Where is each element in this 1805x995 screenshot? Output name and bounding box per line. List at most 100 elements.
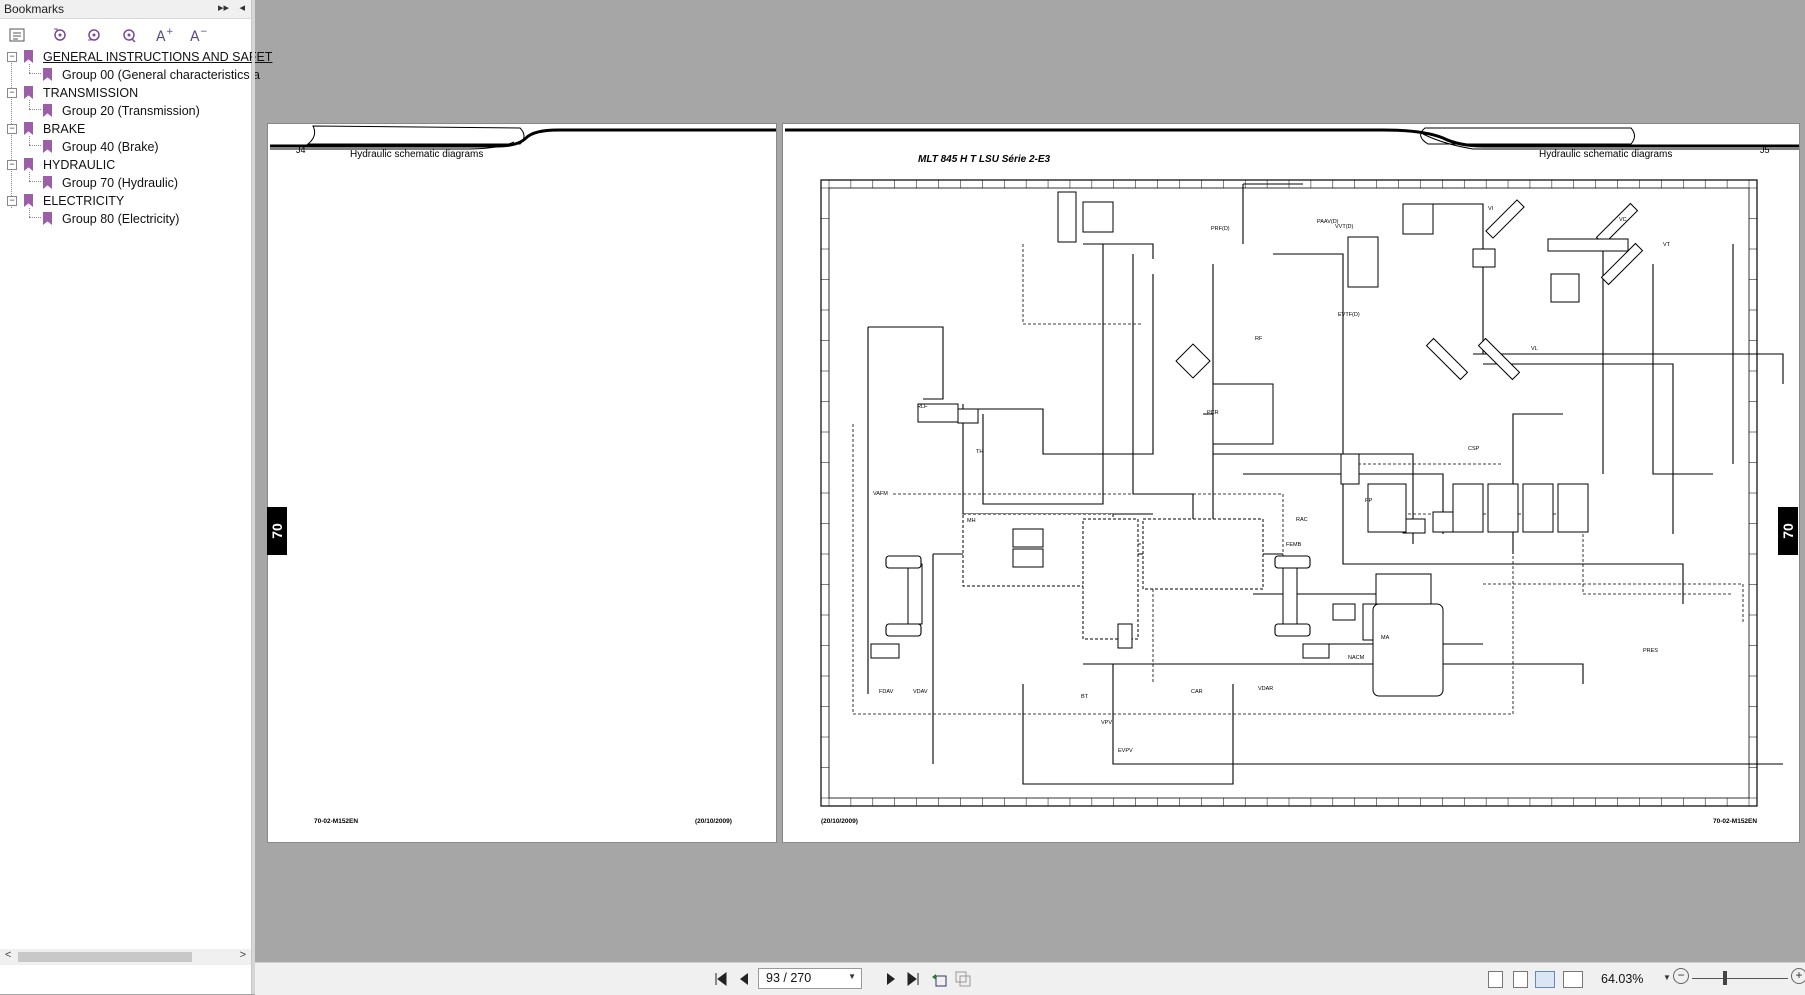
schematic-label: RLF	[917, 404, 928, 410]
bookmark-icon	[43, 140, 52, 153]
collapse-toggle-icon[interactable]: −	[7, 160, 17, 170]
zoom-slider-thumb[interactable]	[1723, 971, 1727, 985]
continuous-facing-view-icon[interactable]	[1563, 971, 1583, 988]
schematic-label: EVTF(D)	[1338, 312, 1360, 318]
continuous-view-icon[interactable]	[1513, 971, 1528, 988]
collapse-toggle-icon[interactable]: −	[7, 88, 17, 98]
increase-font-icon[interactable]: A +	[152, 24, 176, 46]
next-page-icon[interactable]	[885, 972, 897, 986]
page-header-band	[270, 125, 776, 150]
schematic-label: RF	[1255, 336, 1263, 342]
bookmarks-title: Bookmarks	[4, 2, 65, 16]
bookmark-options-icon[interactable]	[5, 24, 29, 46]
section-tab-label: 70	[1779, 523, 1796, 539]
bookmark-brake[interactable]: − BRAKE	[0, 120, 251, 138]
collapse-toggle-icon[interactable]: −	[7, 52, 17, 62]
schematic-label: PRES	[1643, 648, 1658, 654]
schematic-label: CSP	[1468, 446, 1480, 452]
page-id: J4	[296, 145, 306, 155]
bookmark-transmission[interactable]: − TRANSMISSION	[0, 84, 251, 102]
zoom-in-icon[interactable]: +	[1791, 968, 1805, 984]
bookmark-label: Group 40 (Brake)	[62, 140, 159, 154]
schematic-label: CAR	[1191, 689, 1203, 695]
scroll-left-icon[interactable]: <	[5, 949, 11, 961]
panel-splitter[interactable]	[252, 0, 255, 994]
schematic-label: PP	[1365, 498, 1373, 504]
page-header-title: Hydraulic schematic diagrams	[350, 149, 484, 160]
schematic-label: MA	[1381, 635, 1390, 641]
zoom-slider[interactable]	[1692, 978, 1788, 979]
schematic-label: FEMB	[1286, 542, 1302, 548]
page-footer-code: 70-02-M152EN	[1713, 818, 1758, 825]
bookmark-hydraulic[interactable]: − HYDRAULIC	[0, 156, 251, 174]
page-footer-date: (20/10/2009)	[821, 818, 858, 825]
facing-view-icon[interactable]	[1535, 971, 1555, 988]
schematic-label: MH	[967, 518, 976, 524]
decrease-font-icon[interactable]: A −	[186, 24, 210, 46]
schematic-label: RAC	[1296, 517, 1308, 523]
bookmark-label: ELECTRICITY	[43, 194, 125, 208]
bookmark-group-20[interactable]: Group 20 (Transmission)	[0, 102, 251, 120]
schematic-label: VC	[1619, 217, 1627, 223]
zoom-level[interactable]: 64.03%	[1601, 972, 1643, 986]
page-number-field[interactable]: 93 / 270 ▼	[758, 968, 862, 989]
previous-page-icon[interactable]	[738, 972, 750, 986]
next-view-icon[interactable]	[955, 971, 971, 987]
bookmark-label: TRANSMISSION	[43, 86, 139, 100]
bookmark-label: BRAKE	[43, 122, 86, 136]
schematic-label: PRF(D)	[1211, 226, 1230, 232]
bookmark-label: Group 80 (Electricity)	[62, 212, 180, 226]
schematic-label: VAFM	[873, 491, 888, 497]
schematic-label: VDAV	[913, 689, 928, 695]
bookmark-icon	[43, 212, 52, 225]
chevron-down-icon[interactable]: ▼	[848, 972, 856, 981]
schematic-label: TH	[976, 449, 984, 455]
previous-view-icon[interactable]	[931, 971, 947, 987]
bookmark-icon	[43, 176, 52, 189]
section-tab-left: 70	[267, 507, 287, 555]
expand-bookmark-icon[interactable]	[48, 24, 72, 46]
section-tab-right: 70	[1778, 507, 1798, 555]
bookmark-label: Group 00 (General characteristics a	[62, 68, 261, 82]
schematic-label: VL	[1531, 346, 1538, 352]
bookmark-group-70[interactable]: Group 70 (Hydraulic)	[0, 174, 251, 192]
bookmarks-toolbar: A + A −	[0, 22, 251, 48]
scroll-right-icon[interactable]: >	[240, 949, 246, 961]
page-footer-code: 70-02-M152EN	[314, 818, 359, 825]
bookmark-group-00[interactable]: Group 00 (General characteristics a	[0, 66, 260, 84]
bookmark-label: GENERAL INSTRUCTIONS AND SAFET	[43, 50, 273, 64]
bookmark-group-40[interactable]: Group 40 (Brake)	[0, 138, 251, 156]
navigation-bar: 93 / 270 ▼ 64.03% ▼ − +	[255, 962, 1805, 995]
section-tab-label: 70	[268, 523, 285, 539]
schematic-label: PCR	[1207, 410, 1219, 416]
collapse-panel-icon[interactable]: ◂	[239, 1, 245, 14]
bookmark-general-instructions[interactable]: − GENERAL INSTRUCTIONS AND SAFET	[0, 48, 272, 66]
svg-text:A: A	[156, 29, 166, 43]
bookmark-group-80[interactable]: Group 80 (Electricity)	[0, 210, 251, 228]
schematic-label: NACM	[1348, 655, 1365, 661]
bookmark-icon	[43, 68, 52, 81]
last-page-icon[interactable]	[906, 972, 920, 986]
bookmark-icon	[24, 122, 33, 135]
bookmarks-panel: Bookmarks ▸▸ ◂ A + A − − GENERAL INSTRUCT	[0, 0, 272, 994]
zoom-out-icon[interactable]: −	[1673, 968, 1689, 984]
schematic-label: EVPV	[1118, 748, 1133, 754]
sidebar-horizontal-scrollbar[interactable]: < >	[0, 949, 251, 965]
page-footer-date: (20/10/2009)	[695, 818, 732, 825]
first-page-icon[interactable]	[714, 972, 728, 986]
bookmark-electricity[interactable]: − ELECTRICITY	[0, 192, 251, 210]
collapse-toggle-icon[interactable]: −	[7, 124, 17, 134]
schematic-label: VDAR	[1258, 686, 1274, 692]
single-page-view-icon[interactable]	[1488, 971, 1503, 988]
schematic-label: BT	[1081, 694, 1089, 700]
svg-text:+: +	[166, 27, 173, 37]
collapse-toggle-icon[interactable]: −	[7, 196, 17, 206]
expand-panel-icon[interactable]: ▸▸	[218, 1, 229, 14]
document-page-left: J4 Hydraulic schematic diagrams 70-02-M1…	[267, 123, 777, 843]
find-bookmark-icon[interactable]	[82, 24, 106, 46]
scrollbar-thumb[interactable]	[18, 952, 192, 962]
chevron-down-icon[interactable]: ▼	[1663, 973, 1671, 982]
bookmark-label: Group 70 (Hydraulic)	[62, 176, 179, 190]
current-bookmark-icon[interactable]	[117, 24, 141, 46]
schematic-label: VVT(D)	[1335, 224, 1354, 230]
